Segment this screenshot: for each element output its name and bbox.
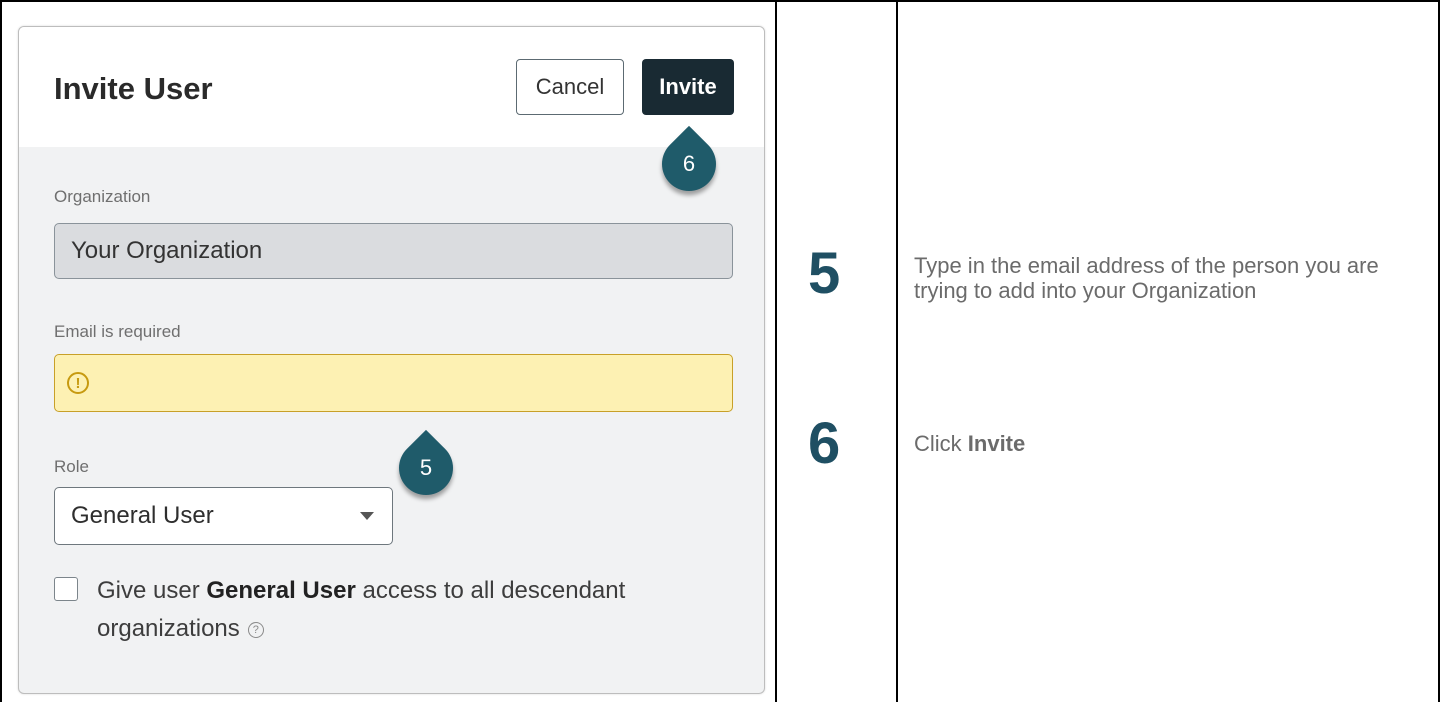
step-text-5: Type in the email address of the person …	[914, 253, 1379, 303]
step-text-6-prefix: Click	[914, 431, 968, 456]
organization-label: Organization	[54, 187, 151, 206]
invite-button[interactable]: Invite	[642, 59, 734, 115]
descendant-access-checkbox[interactable]	[54, 577, 78, 601]
callout-number: 5	[419, 455, 433, 480]
table-divider-1	[775, 0, 777, 702]
callout-6: 6	[650, 125, 728, 203]
callout-number: 6	[682, 151, 696, 176]
step-text-6-bold: Invite	[967, 431, 1026, 456]
role-select[interactable]: General User	[54, 487, 393, 545]
step-text-6: Click Invite	[914, 431, 1414, 456]
help-icon[interactable]: ?	[247, 621, 264, 638]
caret-down-icon	[360, 512, 374, 520]
step-number-5: 5	[808, 241, 841, 306]
dialog-title: Invite User	[54, 71, 213, 106]
table-divider-2	[896, 0, 898, 702]
role-label: Role	[54, 457, 89, 476]
descendant-access-text-before: Give user	[97, 577, 207, 604]
table-border-top	[0, 0, 1440, 2]
invite-user-dialog: Invite User Cancel Invite Organization Y…	[18, 26, 765, 694]
role-selected-value: General User	[71, 502, 214, 529]
organization-field: Your Organization	[54, 223, 733, 279]
table-border-left	[0, 0, 2, 702]
warning-icon: !	[67, 372, 89, 394]
descendant-access-role: General User	[206, 577, 356, 604]
descendant-access-label: Give user General User access to all des…	[97, 572, 747, 648]
callout-5: 5	[387, 429, 465, 507]
dialog-header: Invite User Cancel Invite	[19, 27, 764, 147]
email-field[interactable]	[89, 354, 732, 412]
email-field-wrapper: !	[54, 354, 733, 412]
email-label: Email is required	[54, 322, 181, 341]
cancel-button[interactable]: Cancel	[516, 59, 624, 115]
step-number-6: 6	[808, 411, 841, 476]
organization-value: Your Organization	[71, 237, 263, 264]
